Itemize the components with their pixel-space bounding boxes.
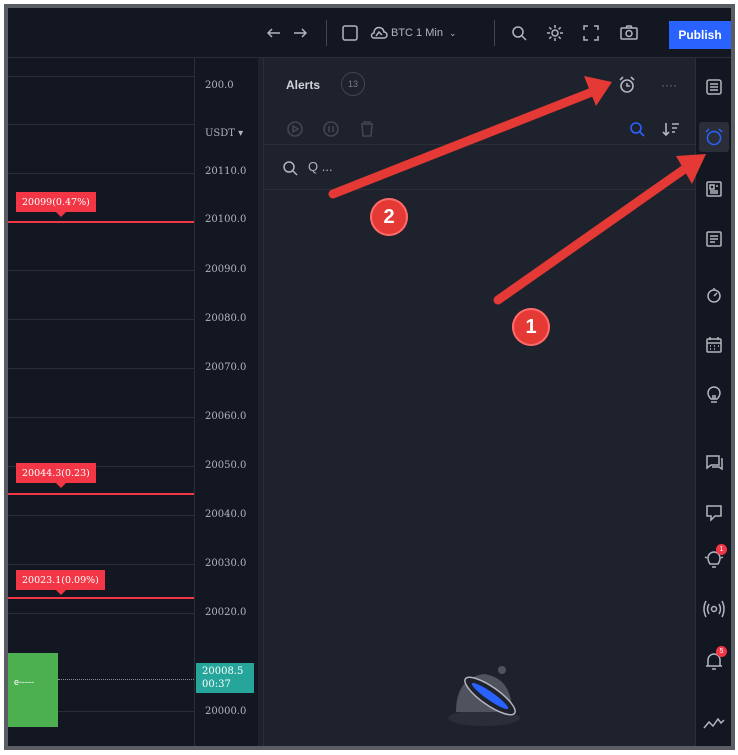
toolbar-divider <box>494 20 495 46</box>
create-alert-icon[interactable] <box>616 74 638 96</box>
price-label: 20040.0 <box>205 509 247 520</box>
pause-icon[interactable] <box>320 118 342 140</box>
price-axis[interactable]: 200.0 USDT ▾ 20110.0 20100.0 20090.0 200… <box>194 58 258 746</box>
alert-price-line[interactable] <box>8 493 194 495</box>
search-icon <box>283 161 298 176</box>
cloud-icon <box>370 26 388 39</box>
more-menu-icon[interactable]: ···· <box>658 74 680 96</box>
symbol-label: BTC 1 Min <box>391 27 443 39</box>
bell-icon[interactable]: 5 <box>699 646 729 676</box>
publish-button[interactable]: Publish <box>669 21 731 49</box>
alert-flag[interactable]: 20099(0.47%) <box>16 192 96 217</box>
last-price-time: 00:37 <box>202 679 231 690</box>
bell-badge: 5 <box>716 646 727 657</box>
app-window: BTC 1 Min ⌄ Publish 20099(0.47%) 20044.3… <box>4 4 735 750</box>
price-label: 20100.0 <box>205 214 247 225</box>
play-icon[interactable] <box>284 118 306 140</box>
delete-icon[interactable] <box>356 118 378 140</box>
search-input[interactable]: Q ... <box>308 159 333 174</box>
watchlist-icon[interactable] <box>699 72 729 102</box>
price-label: 20080.0 <box>205 313 247 324</box>
grid-line <box>8 368 194 369</box>
annotation-marker-1: 1 <box>512 308 550 346</box>
alerts-count-badge: 13 <box>341 72 365 96</box>
chat-icon[interactable] <box>699 448 729 478</box>
lightbulb-icon[interactable] <box>699 380 729 410</box>
hotlist-icon[interactable] <box>699 280 729 310</box>
sort-icon[interactable] <box>660 118 682 140</box>
price-label: 20020.0 <box>205 607 247 618</box>
right-sidebar: 1 5 <box>695 58 731 746</box>
alerts-title: Alerts <box>286 78 321 92</box>
alert-flag[interactable]: 20023.1(0.09%) <box>16 570 105 595</box>
grid-line <box>8 613 194 614</box>
calendar-icon[interactable] <box>699 330 729 360</box>
price-label: 20110.0 <box>205 166 247 177</box>
alert-price-line[interactable] <box>8 221 194 223</box>
chevron-down-icon: ⌄ <box>448 27 457 38</box>
last-price-badge: 20008.5 00:37 <box>196 663 254 693</box>
price-label: 20090.0 <box>205 264 247 275</box>
grid-line <box>8 270 194 271</box>
trend-icon[interactable] <box>699 708 729 738</box>
broadcast-icon[interactable] <box>699 594 729 624</box>
layout-square-icon[interactable] <box>340 22 360 44</box>
price-label: 20030.0 <box>205 558 247 569</box>
news-icon[interactable] <box>699 174 729 204</box>
bar-label: e----- <box>14 677 34 687</box>
last-price-value: 20008.5 <box>202 666 244 677</box>
notification-badge: 1 <box>716 544 727 555</box>
price-label: 200.0 <box>205 80 234 91</box>
grid-line <box>8 76 194 77</box>
grid-line <box>8 173 194 174</box>
grid-line <box>8 124 194 125</box>
price-label: 20060.0 <box>205 411 247 422</box>
empty-state-illustration <box>444 660 524 730</box>
alerts-panel: Alerts 13 ···· Q ... <box>263 58 696 746</box>
fullscreen-icon[interactable] <box>580 22 602 44</box>
grid-line <box>8 564 194 565</box>
last-price-line <box>58 679 194 680</box>
gear-icon[interactable] <box>544 22 566 44</box>
grid-line <box>8 515 194 516</box>
price-label: 20000.0 <box>205 706 247 717</box>
search-icon[interactable] <box>626 118 648 140</box>
undo-icon[interactable] <box>264 22 284 44</box>
price-chart[interactable]: 20099(0.47%) 20044.3(0.23) 20023.1(0.09%… <box>8 58 258 746</box>
camera-icon[interactable] <box>618 22 640 44</box>
search-icon[interactable] <box>508 22 530 44</box>
redo-icon[interactable] <box>290 22 310 44</box>
notifications-icon[interactable]: 1 <box>699 544 729 574</box>
annotation-marker-2: 2 <box>370 198 408 236</box>
symbol-selector[interactable]: BTC 1 Min ⌄ <box>370 22 480 44</box>
volume-bar: e----- <box>8 653 58 727</box>
grid-line <box>8 417 194 418</box>
currency-selector[interactable]: USDT ▾ <box>205 128 243 139</box>
toolbar-divider <box>326 20 327 46</box>
price-label: 20050.0 <box>205 460 247 471</box>
alerts-search[interactable]: Q ... <box>264 144 696 190</box>
price-label: 20070.0 <box>205 362 247 373</box>
alarm-clock-icon[interactable] <box>699 122 729 152</box>
top-toolbar: BTC 1 Min ⌄ Publish <box>8 8 731 58</box>
alert-price-line[interactable] <box>8 597 194 599</box>
alert-flag[interactable]: 20044.3(0.23) <box>16 463 96 488</box>
ideas-list-icon[interactable] <box>699 224 729 254</box>
grid-line <box>8 319 194 320</box>
message-icon[interactable] <box>699 498 729 528</box>
